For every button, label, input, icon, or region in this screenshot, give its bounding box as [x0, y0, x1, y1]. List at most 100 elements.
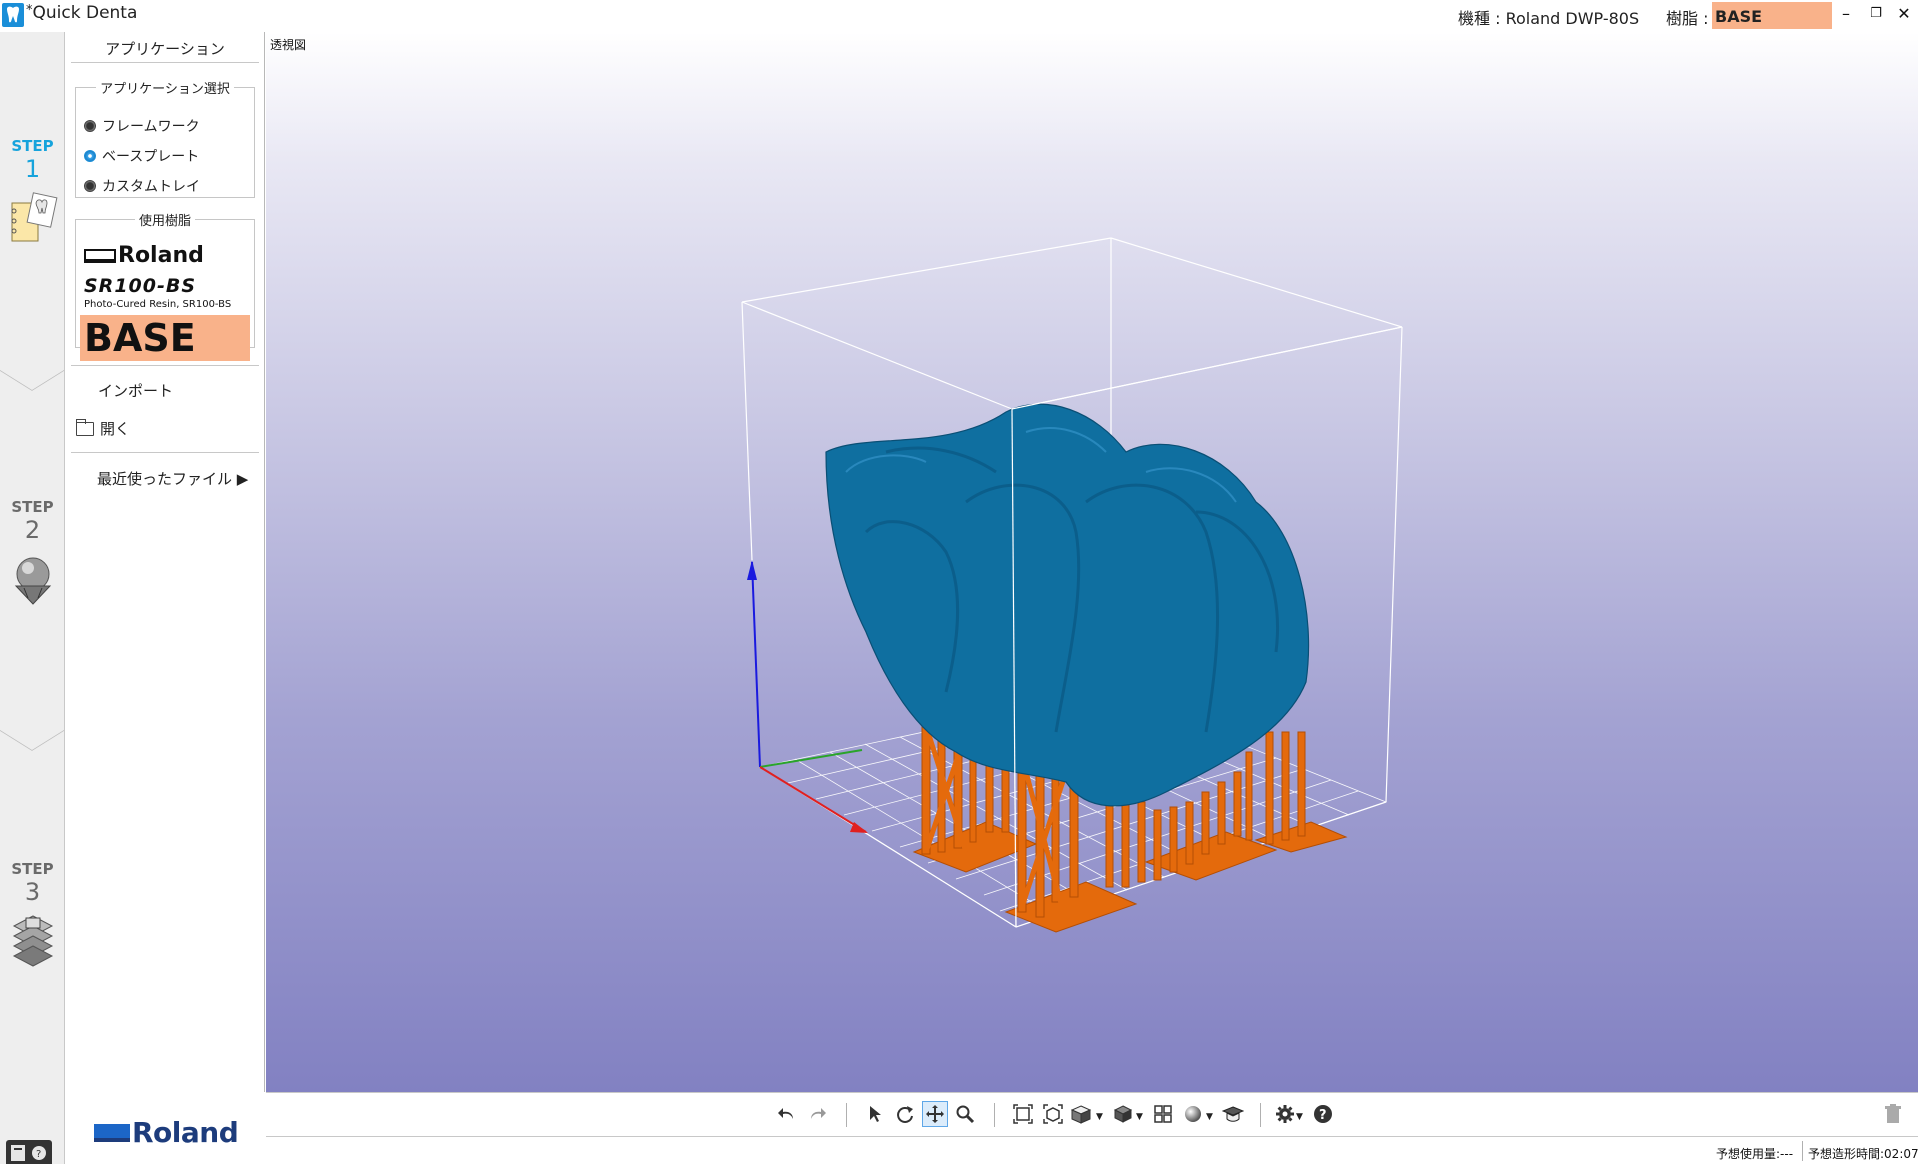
folder-icon: [75, 418, 94, 436]
y-axis: [759, 749, 863, 768]
status-bar: 予想使用量:--- 予想造形時間:02:07: [266, 1136, 1918, 1164]
radio-framework[interactable]: フレームワーク: [84, 115, 200, 137]
machine-label: 機種 : Roland DWP-80S: [1458, 9, 1640, 28]
3d-viewport[interactable]: 透視図: [266, 32, 1918, 1092]
resin-name-badge: BASE: [80, 315, 250, 361]
radio-custom-tray-dot[interactable]: [84, 180, 96, 192]
resin-brand-text: Roland: [118, 243, 204, 268]
cap-icon: [1222, 1106, 1244, 1122]
undo-icon: [778, 1108, 793, 1119]
material-icon: [1185, 1106, 1201, 1122]
resin-value-box[interactable]: BASE: [1712, 2, 1832, 29]
step-rail: STEP 1 STEP 2 STEP 3 ?: [0, 32, 65, 1164]
cap-button[interactable]: [1220, 1101, 1246, 1127]
open-label: 開く: [100, 420, 131, 438]
support-model-icon: [14, 557, 51, 605]
close-button[interactable]: ✕: [1894, 4, 1914, 24]
step-2-number: 2: [24, 516, 41, 544]
fit-selection-button[interactable]: [1040, 1101, 1066, 1127]
material-dropdown-icon[interactable]: ▼: [1206, 1112, 1213, 1122]
step-3-label: STEP: [11, 860, 54, 878]
svg-text:?: ?: [1319, 1108, 1327, 1123]
resin-model: SR100-BS: [84, 275, 197, 297]
toolbar-separator: [846, 1103, 847, 1127]
radio-custom-tray[interactable]: カスタムトレイ: [84, 175, 200, 197]
select-tool-button[interactable]: [862, 1101, 888, 1127]
step-2-label: STEP: [11, 498, 54, 516]
radio-custom-tray-label: カスタムトレイ: [102, 179, 200, 195]
quick-tools-panel: ?: [6, 1140, 52, 1164]
settings-dropdown-icon[interactable]: ▼: [1296, 1112, 1303, 1122]
quick-tools-icon[interactable]: ?: [6, 1140, 52, 1164]
roland-logo-text: Roland: [132, 1116, 239, 1149]
toolbar-separator: [994, 1103, 995, 1127]
settings-button[interactable]: [1272, 1101, 1298, 1127]
document-tooth-icon: [11, 192, 57, 242]
open-menu-item[interactable]: 開く: [75, 418, 131, 439]
radio-baseplate-dot[interactable]: [84, 150, 96, 162]
recent-files-menu-item[interactable]: 最近使ったファイル ▶: [97, 468, 248, 489]
denture-base-model: [825, 403, 1310, 807]
application-select-group: アプリケーション選択 フレームワーク ベースプレート カスタムトレイ: [75, 78, 255, 198]
step-2[interactable]: STEP 2: [0, 498, 65, 608]
rotate-icon: [897, 1106, 913, 1123]
pan-tool-button[interactable]: [922, 1101, 948, 1127]
display-mode-dropdown-icon[interactable]: ▼: [1136, 1112, 1143, 1122]
estimated-usage: 予想使用量:---: [1716, 1147, 1794, 1161]
step-separator: [0, 726, 64, 751]
help-icon: ?: [1314, 1105, 1332, 1123]
step-1-label: STEP: [11, 137, 54, 155]
application-select-legend: アプリケーション選択: [100, 82, 230, 97]
minimize-button[interactable]: –: [1836, 4, 1856, 24]
resin-brand: Roland: [84, 243, 204, 268]
restore-button[interactable]: ❐: [1866, 4, 1886, 24]
zoom-icon: [956, 1105, 975, 1124]
step-1-number: 1: [24, 155, 41, 183]
redo-button[interactable]: [804, 1101, 830, 1127]
zoom-tool-button[interactable]: [952, 1101, 978, 1127]
radio-baseplate[interactable]: ベースプレート: [84, 145, 199, 167]
view-direction-dropdown-icon[interactable]: ▼: [1096, 1112, 1103, 1122]
help-button[interactable]: ?: [1310, 1101, 1336, 1127]
app-title: *Quick Denta: [26, 3, 137, 23]
settings-icon: [1276, 1105, 1294, 1123]
delete-button[interactable]: [1880, 1101, 1906, 1127]
view-direction-button[interactable]: [1068, 1101, 1094, 1127]
resin-label: 樹脂 :: [1666, 9, 1709, 28]
material-button[interactable]: [1180, 1101, 1206, 1127]
scene-canvas[interactable]: [266, 32, 1918, 1092]
display-mode-button[interactable]: [1110, 1101, 1136, 1127]
layer-stack-icon: [12, 915, 53, 967]
x-axis: [759, 766, 867, 833]
svg-text:?: ?: [36, 1149, 41, 1160]
estimated-build-time: 予想造形時間:02:07: [1808, 1147, 1918, 1161]
step-3[interactable]: STEP 3: [0, 860, 65, 970]
resin-description: Photo-Cured Resin, SR100-BS: [84, 299, 232, 310]
title-bar: *Quick Denta 機種 : Roland DWP-80S 樹脂 : BA…: [0, 0, 1918, 32]
radio-baseplate-label: ベースプレート: [102, 149, 200, 165]
fit-view-button[interactable]: [1010, 1101, 1036, 1127]
undo-button[interactable]: [774, 1101, 800, 1127]
toolbar-separator: [1260, 1103, 1261, 1127]
application-panel: アプリケーション アプリケーション選択 フレームワーク ベースプレート カスタム…: [65, 32, 265, 1092]
app-tooth-icon: [2, 3, 24, 27]
step-3-number: 3: [24, 878, 41, 906]
layout-button[interactable]: [1150, 1101, 1176, 1127]
display-mode-icon: [1113, 1105, 1133, 1123]
z-axis: [751, 561, 761, 768]
z-axis-arrow: [747, 560, 757, 580]
redo-icon: [811, 1108, 826, 1119]
panel-rule: [71, 62, 259, 63]
roland-logo-bar: [94, 1123, 130, 1142]
radio-framework-dot[interactable]: [84, 120, 96, 132]
import-menu-item[interactable]: インポート: [98, 380, 173, 401]
roland-logo: Roland: [94, 1116, 239, 1149]
status-divider: [1802, 1141, 1803, 1161]
fit-view-icon: [1013, 1104, 1033, 1124]
select-icon: [870, 1106, 881, 1122]
layout-icon: [1154, 1105, 1172, 1123]
step-1[interactable]: STEP 1: [0, 137, 65, 247]
roland-bar-icon: [84, 248, 116, 263]
rotate-tool-button[interactable]: [892, 1101, 918, 1127]
radio-framework-label: フレームワーク: [102, 119, 200, 135]
